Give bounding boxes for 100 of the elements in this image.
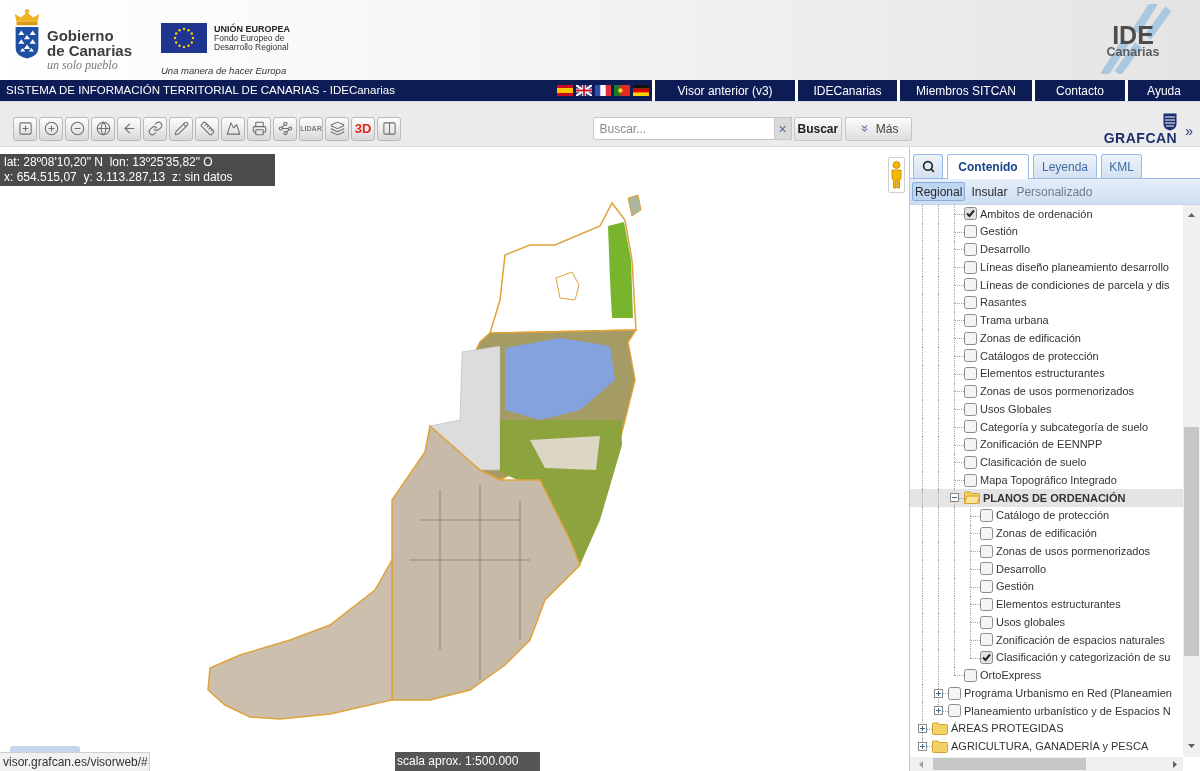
- tree-item[interactable]: Ambitos de ordenación: [910, 205, 1183, 223]
- tree-item[interactable]: AGRICULTURA, GANADERÍA y PESCA: [910, 737, 1183, 756]
- scroll-left-icon[interactable]: [919, 760, 923, 768]
- scrollbar-thumb[interactable]: [933, 758, 1086, 770]
- nodes-button[interactable]: [273, 116, 297, 141]
- print-button[interactable]: [247, 116, 271, 141]
- tree-item[interactable]: Planeamiento urbanístico y de Espacios N: [910, 702, 1183, 720]
- checkbox[interactable]: [980, 562, 993, 576]
- checkbox[interactable]: [964, 438, 977, 452]
- draw-button[interactable]: [169, 116, 193, 141]
- british-flag-icon[interactable]: [576, 85, 592, 96]
- checkbox[interactable]: [964, 668, 977, 682]
- tree-item[interactable]: Elementos estructurantes: [910, 364, 1183, 383]
- expand-icon[interactable]: [934, 688, 943, 698]
- scroll-right-icon[interactable]: [1173, 760, 1177, 768]
- portuguese-flag-icon[interactable]: [614, 85, 630, 96]
- scroll-up-icon[interactable]: [1188, 213, 1195, 217]
- spanish-flag-icon[interactable]: [557, 85, 573, 96]
- subtab[interactable]: Regional: [912, 182, 966, 201]
- tree-item[interactable]: Usos Globales: [910, 400, 1183, 418]
- nav-link[interactable]: Visor anterior (v3): [655, 80, 795, 101]
- checkbox[interactable]: [964, 331, 977, 345]
- expand-icon[interactable]: [918, 724, 927, 734]
- zoom-box-button[interactable]: [13, 116, 37, 141]
- tree-item[interactable]: PLANOS DE ORDENACIÓN: [910, 489, 1183, 507]
- checkbox[interactable]: [964, 296, 977, 310]
- checkbox[interactable]: [964, 384, 977, 398]
- tree-item[interactable]: OrtoExpress: [910, 666, 1183, 685]
- tree-item[interactable]: Gestión: [910, 222, 1183, 241]
- tree-item[interactable]: Clasificación de suelo: [910, 453, 1183, 472]
- checkbox[interactable]: [964, 402, 977, 416]
- split-view-button[interactable]: [377, 116, 401, 141]
- tree-item[interactable]: Catálogo de protección: [910, 506, 1183, 525]
- zoom-out-button[interactable]: [65, 116, 89, 141]
- scroll-down-icon[interactable]: [1188, 744, 1195, 748]
- person-button[interactable]: [888, 157, 905, 193]
- nav-link[interactable]: Ayuda: [1128, 80, 1200, 101]
- checkbox[interactable]: [964, 349, 977, 363]
- tree-item[interactable]: Líneas de condiciones de parcela y dis: [910, 276, 1183, 294]
- tree-item[interactable]: Elementos estructurantes: [910, 595, 1183, 614]
- french-flag-icon[interactable]: [595, 85, 611, 96]
- zoom-in-button[interactable]: [39, 116, 63, 141]
- nav-link[interactable]: Contacto: [1035, 80, 1125, 101]
- checkbox[interactable]: [964, 242, 977, 256]
- tree-item[interactable]: Clasificación y categorización de su: [910, 648, 1183, 667]
- layers-button[interactable]: [325, 116, 349, 141]
- tree-item[interactable]: Catálogos de protección: [910, 347, 1183, 365]
- checkbox[interactable]: [948, 704, 961, 718]
- tree-item[interactable]: Zonificación de espacios naturales: [910, 631, 1183, 649]
- measure-button[interactable]: [195, 116, 219, 141]
- panel-tab[interactable]: Contenido: [947, 154, 1029, 179]
- checkbox[interactable]: [964, 260, 977, 274]
- tree-item[interactable]: Zonas de usos pormenorizados: [910, 382, 1183, 401]
- checkbox[interactable]: [980, 651, 993, 665]
- tree-item[interactable]: Zonas de edificación: [910, 329, 1183, 347]
- checkbox[interactable]: [948, 686, 961, 700]
- more-button[interactable]: Más: [845, 116, 913, 141]
- horizontal-scrollbar[interactable]: [910, 757, 1183, 771]
- collapse-button[interactable]: »: [1185, 123, 1193, 138]
- tree-item[interactable]: Trama urbana: [910, 311, 1183, 330]
- link-button[interactable]: [143, 116, 167, 141]
- vertical-scrollbar[interactable]: [1183, 205, 1200, 757]
- tree-item[interactable]: Categoría y subcategoría de suelo: [910, 418, 1183, 436]
- panel-tab[interactable]: Leyenda: [1033, 154, 1097, 178]
- checkbox[interactable]: [964, 313, 977, 327]
- tree-item[interactable]: Usos globales: [910, 613, 1183, 631]
- nav-link[interactable]: IDECanarias: [798, 80, 897, 101]
- checkbox[interactable]: [980, 615, 993, 629]
- tree-item[interactable]: Gestión: [910, 577, 1183, 596]
- checkbox[interactable]: [980, 580, 993, 594]
- expand-icon[interactable]: [934, 706, 943, 716]
- nav-link[interactable]: Miembros SITCAN: [900, 80, 1032, 101]
- toolbar-text-button[interactable]: 3D: [351, 116, 375, 141]
- scrollbar-thumb[interactable]: [1184, 427, 1199, 656]
- checkbox[interactable]: [964, 278, 977, 292]
- tree-item[interactable]: ÁREAS PROTEGIDAS: [910, 719, 1183, 738]
- checkbox[interactable]: [980, 544, 993, 558]
- checkbox[interactable]: [964, 225, 977, 239]
- tree-item[interactable]: Rasantes: [910, 293, 1183, 312]
- tree-item[interactable]: Zonificación de EENNPP: [910, 435, 1183, 454]
- checkbox[interactable]: [964, 455, 977, 469]
- checkbox[interactable]: [964, 420, 977, 434]
- tree-item[interactable]: Zonas de edificación: [910, 524, 1183, 543]
- subtab[interactable]: Insular: [968, 182, 1011, 201]
- tree-item[interactable]: Desarrollo: [910, 240, 1183, 259]
- tree-item[interactable]: Zonas de usos pormenorizados: [910, 542, 1183, 560]
- checkbox[interactable]: [980, 633, 993, 647]
- globe-button[interactable]: [91, 116, 115, 141]
- search-field[interactable]: Buscar...: [592, 117, 775, 140]
- collapse-icon[interactable]: [950, 493, 959, 503]
- search-tab[interactable]: [913, 154, 943, 178]
- panel-tab[interactable]: KML: [1101, 154, 1142, 178]
- checkbox[interactable]: [964, 207, 977, 221]
- tree-item[interactable]: Líneas diseño planeamiento desarrollo: [910, 258, 1183, 276]
- checkbox[interactable]: [964, 473, 977, 487]
- checkbox[interactable]: [964, 367, 977, 381]
- checkbox[interactable]: [980, 597, 993, 611]
- tree-item[interactable]: Desarrollo: [910, 560, 1183, 578]
- checkbox[interactable]: [980, 526, 993, 540]
- german-flag-icon[interactable]: [633, 85, 649, 96]
